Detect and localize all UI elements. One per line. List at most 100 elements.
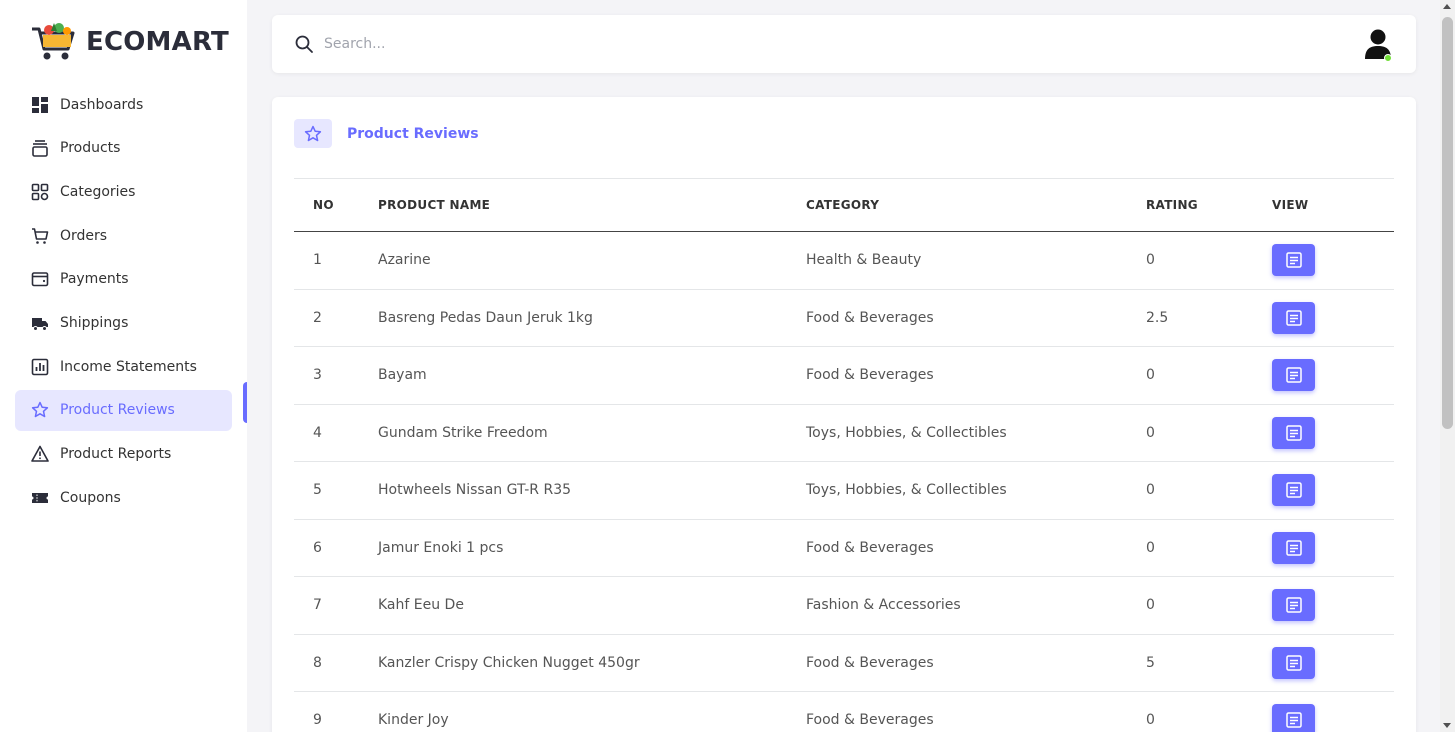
cell-product-name: Jamur Enoki 1 pcs xyxy=(378,539,504,556)
cell-product-name: Hotwheels Nissan GT-R R35 xyxy=(378,482,572,499)
brand-name: ECOMART xyxy=(86,27,229,57)
product-reviews-card: Product Reviews NO PRODUCT NAME CATEGORY… xyxy=(272,97,1416,732)
table-row: 4 Gundam Strike Freedom Toys, Hobbies, &… xyxy=(294,404,1394,462)
page-title: Product Reviews xyxy=(347,125,479,142)
truck-icon xyxy=(31,314,49,332)
document-icon xyxy=(1285,597,1302,613)
sidebar-item-label: Dashboards xyxy=(60,96,144,113)
cell-no: 7 xyxy=(313,597,322,614)
cart-icon xyxy=(31,227,49,245)
scrollbar-thumb[interactable] xyxy=(1442,17,1453,429)
cell-product-name: Azarine xyxy=(378,252,431,269)
sidebar-item-label: Payments xyxy=(60,271,129,288)
cell-no: 8 xyxy=(313,654,322,671)
warning-icon xyxy=(31,445,49,463)
column-header-no[interactable]: NO xyxy=(294,179,378,232)
sidebar-item-label: Orders xyxy=(60,227,108,244)
scroll-up-arrow-icon[interactable] xyxy=(1443,4,1451,9)
sidebar-item-dashboards[interactable]: Dashboards xyxy=(15,84,232,125)
view-review-button[interactable] xyxy=(1272,416,1315,449)
cell-no: 6 xyxy=(313,539,322,556)
top-bar xyxy=(272,15,1416,73)
cell-no: 9 xyxy=(313,712,322,729)
cell-category: Toys, Hobbies, & Collectibles xyxy=(806,424,1007,441)
chart-icon xyxy=(31,358,49,376)
sidebar-nav: Dashboards Products Categories Orders Pa… xyxy=(0,84,247,518)
star-icon xyxy=(31,401,49,419)
sidebar-item-label: Income Statements xyxy=(60,358,197,375)
table-row: 2 Basreng Pedas Daun Jeruk 1kg Food & Be… xyxy=(294,289,1394,347)
column-header-rating[interactable]: RATING xyxy=(1146,179,1272,232)
ticket-icon xyxy=(31,489,49,507)
wallet-icon xyxy=(31,270,49,288)
view-review-button[interactable] xyxy=(1272,301,1315,334)
view-review-button[interactable] xyxy=(1272,244,1315,277)
cell-rating: 0 xyxy=(1146,597,1155,614)
view-review-button[interactable] xyxy=(1272,474,1315,507)
cell-category: Toys, Hobbies, & Collectibles xyxy=(806,482,1007,499)
column-header-category[interactable]: CATEGORY xyxy=(806,179,1146,232)
sidebar-item-orders[interactable]: Orders xyxy=(15,215,232,256)
cell-view xyxy=(1272,404,1394,462)
column-header-product-name[interactable]: PRODUCT NAME xyxy=(378,179,806,232)
table-row: 6 Jamur Enoki 1 pcs Food & Beverages 0 xyxy=(294,519,1394,577)
cell-rating: 0 xyxy=(1146,539,1155,556)
reviews-table: NO PRODUCT NAME CATEGORY RATING VIEW 1 A… xyxy=(294,178,1394,732)
sidebar: ECOMART Dashboards Products Categories O… xyxy=(0,0,247,732)
document-icon xyxy=(1285,367,1302,383)
document-icon xyxy=(1285,655,1302,671)
page-scrollbar[interactable] xyxy=(1440,0,1455,732)
document-icon xyxy=(1285,712,1302,728)
cell-category: Health & Beauty xyxy=(806,252,922,269)
sidebar-item-categories[interactable]: Categories xyxy=(15,171,232,212)
search-icon xyxy=(295,35,313,53)
sidebar-item-shippings[interactable]: Shippings xyxy=(15,302,232,343)
cell-rating: 0 xyxy=(1146,424,1155,441)
view-review-button[interactable] xyxy=(1272,646,1315,679)
table-row: 9 Kinder Joy Food & Beverages 0 xyxy=(294,692,1394,732)
cart-logo-icon xyxy=(32,23,75,60)
scroll-down-arrow-icon[interactable] xyxy=(1443,723,1451,728)
sidebar-item-payments[interactable]: Payments xyxy=(15,259,232,300)
cell-no: 1 xyxy=(313,252,322,269)
cell-view xyxy=(1272,692,1394,732)
document-icon xyxy=(1285,482,1302,498)
sidebar-item-income-statements[interactable]: Income Statements xyxy=(15,346,232,387)
star-icon xyxy=(294,119,332,148)
view-review-button[interactable] xyxy=(1272,531,1315,564)
cell-product-name: Gundam Strike Freedom xyxy=(378,424,548,441)
sidebar-item-product-reviews[interactable]: Product Reviews xyxy=(15,389,232,431)
cell-view xyxy=(1272,232,1394,290)
cell-product-name: Kinder Joy xyxy=(378,712,449,729)
categories-icon xyxy=(31,183,49,201)
view-review-button[interactable] xyxy=(1272,704,1315,732)
cell-rating: 0 xyxy=(1146,252,1155,269)
products-icon xyxy=(31,139,49,157)
sidebar-item-label: Product Reports xyxy=(60,446,172,462)
cell-product-name: Basreng Pedas Daun Jeruk 1kg xyxy=(378,309,593,326)
cell-category: Food & Beverages xyxy=(806,539,934,556)
dashboard-icon xyxy=(31,96,49,114)
active-indicator xyxy=(243,382,247,423)
sidebar-item-label: Products xyxy=(60,140,121,157)
view-review-button[interactable] xyxy=(1272,359,1315,392)
document-icon xyxy=(1285,425,1302,441)
brand[interactable]: ECOMART xyxy=(0,0,247,84)
cell-no: 2 xyxy=(313,309,322,326)
table-row: 8 Kanzler Crispy Chicken Nugget 450gr Fo… xyxy=(294,634,1394,692)
cell-category: Food & Beverages xyxy=(806,367,934,384)
view-review-button[interactable] xyxy=(1272,589,1315,622)
sidebar-item-label: Shippings xyxy=(60,314,129,331)
search-input[interactable] xyxy=(324,36,1224,52)
sidebar-item-coupons[interactable]: Coupons xyxy=(15,477,232,518)
cell-view xyxy=(1272,462,1394,520)
cell-no: 3 xyxy=(313,367,322,384)
cell-view xyxy=(1272,289,1394,347)
sidebar-item-product-reports[interactable]: Product Reports xyxy=(15,434,232,475)
cell-rating: 2.5 xyxy=(1146,309,1169,326)
online-status-dot xyxy=(1384,54,1392,62)
cell-rating: 0 xyxy=(1146,367,1155,384)
sidebar-item-products[interactable]: Products xyxy=(15,128,232,169)
sidebar-item-label: Product Reviews xyxy=(60,402,175,419)
cell-rating: 0 xyxy=(1146,482,1155,499)
